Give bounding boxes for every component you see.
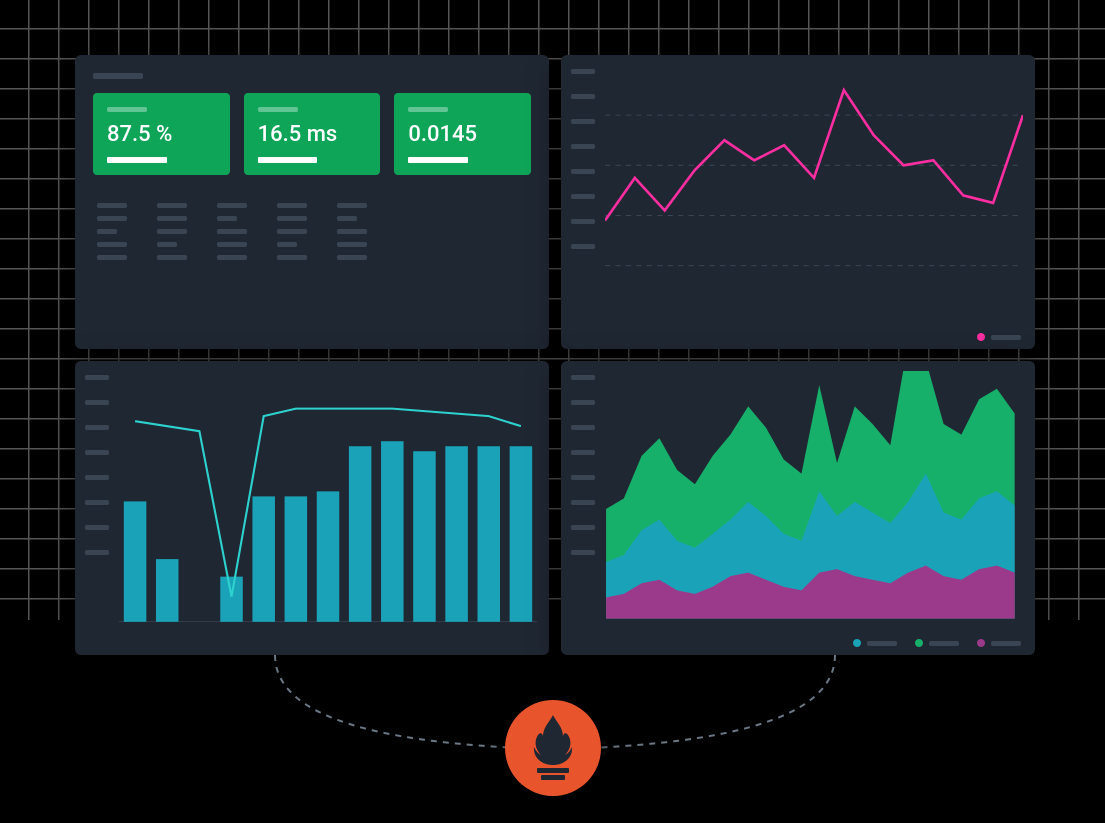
line-chart-svg bbox=[605, 65, 1023, 316]
legend-item bbox=[915, 639, 959, 647]
y-axis-ticks bbox=[85, 375, 109, 555]
panel-area-chart bbox=[561, 361, 1035, 655]
legend-label-placeholder bbox=[929, 641, 959, 646]
legend-swatch bbox=[977, 639, 985, 647]
bar-chart-svg bbox=[119, 371, 537, 622]
stat-bar bbox=[258, 157, 318, 163]
stat-value: 16.5 ms bbox=[258, 122, 367, 147]
legend bbox=[977, 333, 1021, 341]
stat-value: 0.0145 bbox=[408, 122, 517, 147]
stat-bar bbox=[107, 157, 167, 163]
stat-label-placeholder bbox=[107, 107, 147, 112]
y-axis-ticks bbox=[571, 69, 595, 249]
area-chart-svg bbox=[571, 371, 1025, 619]
legend-item bbox=[977, 639, 1021, 647]
legend-item bbox=[853, 639, 897, 647]
stat-table-placeholder bbox=[93, 195, 531, 268]
panel-title-placeholder bbox=[93, 73, 143, 79]
stat-bar bbox=[408, 157, 468, 163]
stat-card-3: 0.0145 bbox=[394, 93, 531, 175]
prometheus-logo-icon bbox=[505, 700, 601, 796]
legend-swatch bbox=[853, 639, 861, 647]
legend-label-placeholder bbox=[991, 641, 1021, 646]
panel-stats: 87.5 % 16.5 ms 0.0145 bbox=[75, 55, 549, 349]
stat-value: 87.5 % bbox=[107, 122, 216, 147]
stat-card-2: 16.5 ms bbox=[244, 93, 381, 175]
stat-label-placeholder bbox=[258, 107, 298, 112]
flame-icon bbox=[523, 713, 583, 783]
legend-swatch bbox=[977, 333, 985, 341]
legend-label-placeholder bbox=[867, 641, 897, 646]
legend-swatch bbox=[915, 639, 923, 647]
legend-item bbox=[977, 333, 1021, 341]
panel-bar-chart bbox=[75, 361, 549, 655]
stat-cards-row: 87.5 % 16.5 ms 0.0145 bbox=[93, 93, 531, 175]
stat-label-placeholder bbox=[408, 107, 448, 112]
stat-card-1: 87.5 % bbox=[93, 93, 230, 175]
legend-label-placeholder bbox=[991, 335, 1021, 340]
legend bbox=[853, 639, 1021, 647]
panel-line-chart bbox=[561, 55, 1035, 349]
dashboard-grid: 87.5 % 16.5 ms 0.0145 bbox=[75, 55, 1035, 655]
